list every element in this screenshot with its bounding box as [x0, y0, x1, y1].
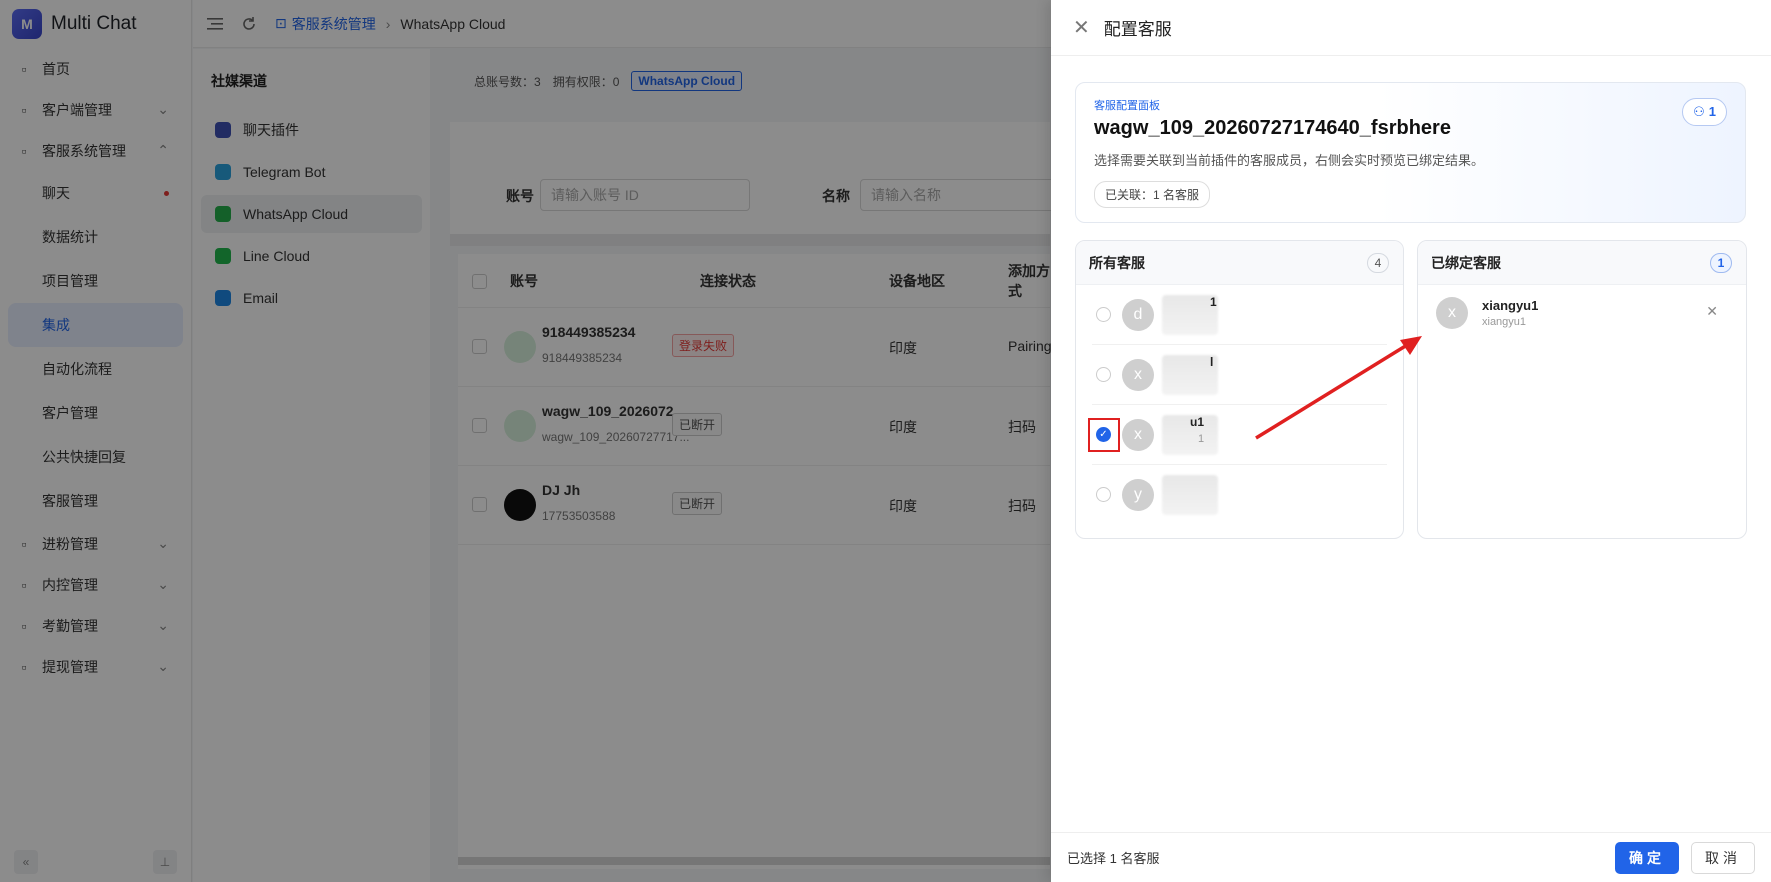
bound-agents-box: 已绑定客服 1 x xiangyu1 xiangyu1 ✕	[1417, 240, 1747, 539]
bound-agents-count: 1	[1710, 253, 1732, 273]
all-agents-count: 4	[1367, 253, 1389, 273]
agent-avatar: y	[1122, 479, 1154, 511]
agent-row[interactable]: y	[1092, 465, 1387, 525]
bound-count: 1	[1708, 104, 1716, 119]
bound-agent-name: xiangyu1	[1482, 298, 1539, 313]
configure-agents-drawer: ✕ 配置客服 客服配置面板 wagw_109_20260727174640_fs…	[1051, 0, 1771, 882]
agent-config-card: 客服配置面板 wagw_109_20260727174640_fsrbhere …	[1075, 82, 1746, 223]
agent-checkbox[interactable]	[1096, 487, 1111, 502]
bound-count-badge: ⚇ 1	[1682, 98, 1727, 126]
bound-agent-sub: xiangyu1	[1482, 316, 1527, 328]
card-description: 选择需要关联到当前插件的客服成员，右侧会实时预览已绑定结果。	[1094, 153, 1485, 168]
agent-avatar: x	[1122, 419, 1154, 451]
linked-count-pill: 已关联：1 名客服	[1094, 181, 1211, 208]
agent-checkbox[interactable]	[1096, 307, 1111, 322]
agent-checkbox[interactable]	[1096, 367, 1111, 382]
bound-agent-row: x xiangyu1 xiangyu1 ✕	[1432, 285, 1732, 341]
agent-row[interactable]: d1	[1092, 285, 1387, 345]
drawer-title: 配置客服	[1103, 20, 1172, 39]
redacted-name	[1162, 475, 1218, 515]
agent-avatar: x	[1436, 297, 1468, 329]
modal-overlay[interactable]	[0, 0, 1051, 882]
confirm-button[interactable]: 确定	[1615, 842, 1679, 874]
agent-name: u1	[1190, 415, 1205, 429]
agent-row[interactable]: ✓ x u1 1	[1088, 405, 1387, 465]
close-icon[interactable]: ✕	[1073, 18, 1090, 38]
agent-name: 1	[1210, 295, 1217, 309]
agent-avatar: d	[1122, 299, 1154, 331]
card-kicker: 客服配置面板	[1094, 100, 1160, 112]
agent-sub: 1	[1198, 433, 1205, 445]
remove-icon[interactable]: ✕	[1706, 303, 1718, 320]
agent-row[interactable]: xl	[1092, 345, 1387, 405]
cancel-button[interactable]: 取消	[1691, 842, 1755, 874]
all-agents-title: 所有客服	[1089, 254, 1145, 271]
agent-avatar: x	[1122, 359, 1154, 391]
agent-name: l	[1210, 355, 1214, 369]
highlight-box	[1088, 418, 1120, 452]
card-heading: wagw_109_20260727174640_fsrbhere	[1094, 117, 1451, 139]
all-agents-box: 所有客服 4 d 1 x l ✓ x u1 1 y	[1075, 240, 1404, 539]
users-icon: ⚇	[1693, 104, 1705, 119]
selection-summary: 已选择 1 名客服	[1067, 851, 1160, 866]
bound-agents-title: 已绑定客服	[1431, 254, 1501, 271]
drawer-footer: 已选择 1 名客服 确定 取消	[1051, 832, 1771, 882]
